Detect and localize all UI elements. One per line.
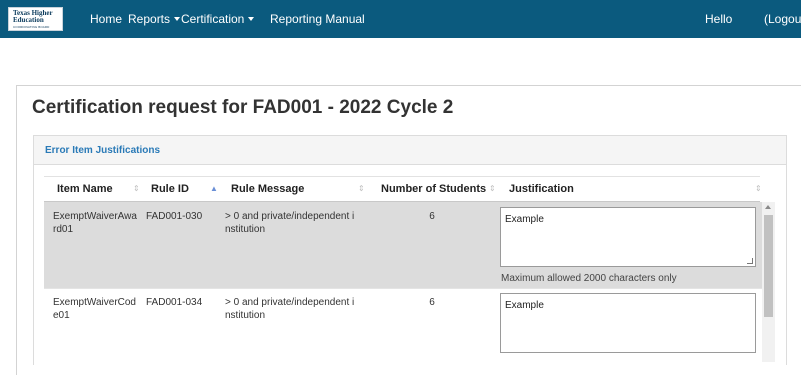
column-header-item-name[interactable]: Item Name (57, 183, 113, 196)
rule-message-line: > 0 and private/independent i (225, 297, 355, 308)
justification-textarea[interactable]: Example (500, 207, 756, 267)
rule-message-line: nstitution (225, 310, 266, 321)
item-name-cell: ExemptWaiverAwa rd01 (53, 210, 143, 236)
scrollbar-thumb[interactable] (764, 215, 773, 317)
table-row: ExemptWaiverCod e01 FAD001-034 > 0 and p… (44, 288, 762, 362)
item-name-line: e01 (53, 310, 70, 321)
nav-reporting-manual-link[interactable]: Reporting Manual (270, 12, 365, 26)
nav-certification-label: Certification (181, 12, 245, 26)
item-name-line: rd01 (53, 224, 74, 235)
item-name-line: ExemptWaiverCod (53, 297, 136, 308)
greeting-text: Hello (705, 12, 733, 26)
column-header-number-of-students[interactable]: Number of Students (381, 183, 486, 196)
number-of-students-cell: 6 (429, 297, 435, 308)
rule-id-cell: FAD001-034 (146, 297, 203, 308)
column-header-rule-message[interactable]: Rule Message (231, 183, 304, 196)
number-of-students-cell: 6 (429, 211, 435, 222)
thecb-logo[interactable]: Texas Higher Education COORDINATING BOAR… (8, 7, 63, 31)
rule-message-cell: > 0 and private/independent i nstitution (225, 296, 375, 322)
rule-id-cell: FAD001-030 (146, 211, 203, 222)
justification-textarea[interactable]: Example (500, 293, 756, 353)
nav-reports-label: Reports (128, 12, 171, 26)
resize-handle-icon[interactable] (747, 258, 753, 264)
nav-home-link[interactable]: Home (90, 12, 122, 26)
column-header-justification[interactable]: Justification (509, 183, 574, 196)
rule-message-line: nstitution (225, 224, 266, 235)
item-name-line: ExemptWaiverAwa (53, 211, 137, 222)
page-title: Certification request for FAD001 - 2022 … (32, 97, 454, 118)
logo-line-2: Education (13, 16, 44, 24)
sort-icon[interactable]: ⇕ (358, 184, 365, 194)
sort-icon[interactable]: ⇕ (755, 184, 762, 194)
panel-header: Error Item Justifications (34, 136, 786, 165)
table-row: ExemptWaiverAwa rd01 FAD001-030 > 0 and … (44, 202, 762, 288)
rule-message-cell: > 0 and private/independent i nstitution (225, 210, 375, 236)
scroll-up-arrow-icon[interactable] (765, 205, 771, 209)
logo-line-3: COORDINATING BOARD (13, 25, 50, 29)
character-limit-hint: Maximum allowed 2000 characters only (501, 273, 677, 284)
column-header-rule-id[interactable]: Rule ID (151, 183, 189, 196)
table-header-top-border (44, 176, 760, 177)
sort-ascending-icon[interactable]: ▲ (210, 184, 218, 194)
table-scrollbar[interactable] (762, 202, 775, 362)
top-navbar: Texas Higher Education COORDINATING BOAR… (0, 0, 801, 38)
item-name-cell: ExemptWaiverCod e01 (53, 296, 143, 322)
rule-message-line: > 0 and private/independent i (225, 211, 355, 222)
nav-reports-menu[interactable]: Reports (128, 12, 181, 26)
chevron-down-icon (174, 17, 181, 21)
chevron-down-icon (248, 17, 255, 21)
sort-icon[interactable]: ⇕ (489, 184, 496, 194)
sort-icon[interactable]: ⇕ (133, 184, 140, 194)
logout-link[interactable]: (Logout (764, 12, 801, 26)
panel-title-link[interactable]: Error Item Justifications (45, 145, 160, 157)
nav-certification-menu[interactable]: Certification (181, 12, 255, 26)
